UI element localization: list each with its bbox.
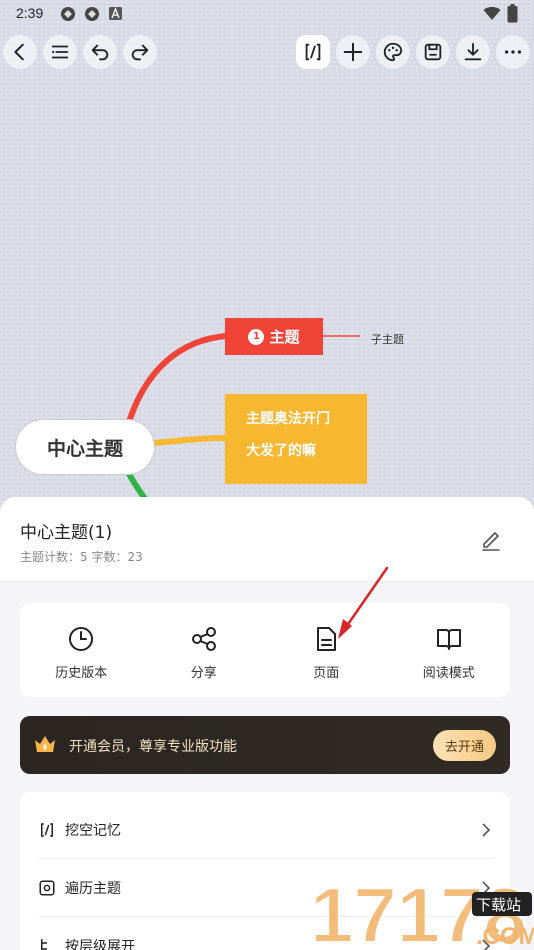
watermark-badge: 下载站 [476, 896, 521, 914]
site-watermark: 17178 下载站 .COM [309, 862, 534, 950]
watermark-domain: .COM [476, 923, 534, 950]
annotation-arrow [338, 566, 389, 639]
